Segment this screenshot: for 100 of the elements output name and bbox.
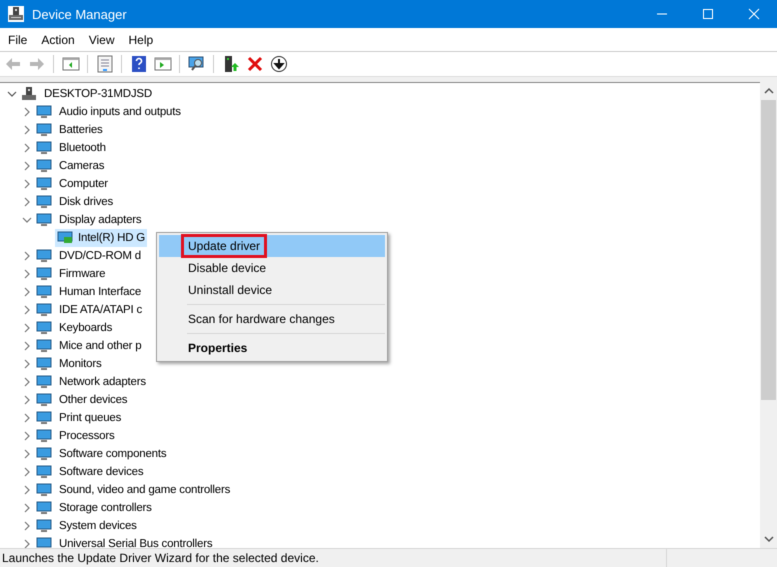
- document-icon: [96, 55, 114, 73]
- window-title: Device Manager: [32, 6, 128, 22]
- help-icon: [130, 55, 148, 73]
- expand-chevron-icon[interactable]: [22, 503, 32, 513]
- tree-item[interactable]: Disk drives: [57, 195, 116, 209]
- expand-chevron-icon[interactable]: [22, 359, 32, 369]
- tree-item[interactable]: Keyboards: [57, 321, 114, 335]
- device-icon: [36, 410, 52, 426]
- expand-chevron-icon[interactable]: [22, 197, 32, 207]
- scroll-down-icon[interactable]: [764, 534, 774, 544]
- expand-chevron-icon[interactable]: [22, 269, 32, 279]
- device-icon: [36, 446, 52, 462]
- tree-item[interactable]: Computer: [57, 177, 110, 191]
- expand-chevron-icon[interactable]: [22, 179, 32, 189]
- device-icon: [36, 536, 52, 548]
- expand-chevron-icon[interactable]: [22, 467, 32, 477]
- device-icon: [36, 518, 52, 534]
- menu-item[interactable]: File: [1, 30, 34, 48]
- window-icon: [62, 55, 80, 73]
- device-icon: [36, 392, 52, 408]
- tree-item[interactable]: Cameras: [57, 159, 106, 173]
- device-icon: [36, 320, 52, 336]
- tree-item[interactable]: Software devices: [57, 465, 146, 479]
- tree-item[interactable]: Bluetooth: [57, 141, 108, 155]
- maximize-icon: [702, 8, 714, 20]
- device-icon: [36, 500, 52, 516]
- tree-item[interactable]: Firmware: [57, 267, 108, 281]
- device-icon: [36, 338, 52, 354]
- device-icon: [36, 104, 52, 120]
- device-icon: [36, 266, 52, 282]
- expand-chevron-icon[interactable]: [22, 161, 32, 171]
- device-icon: [36, 158, 52, 174]
- device-icon: [36, 284, 52, 300]
- menu-item[interactable]: View: [82, 30, 122, 48]
- tree-item[interactable]: DESKTOP-31MDJSD: [42, 87, 154, 101]
- expand-chevron-icon[interactable]: [22, 395, 32, 405]
- tree-item[interactable]: System devices: [57, 519, 139, 533]
- right-arrow-icon: [28, 55, 46, 73]
- search-icon: [188, 55, 206, 73]
- device-icon: [36, 374, 52, 390]
- device-icon: [36, 194, 52, 210]
- expand-chevron-icon[interactable]: [22, 413, 32, 423]
- context-menu-item[interactable]: Disable device: [159, 257, 385, 279]
- tree-item[interactable]: Print queues: [57, 411, 124, 425]
- close-icon: [748, 8, 760, 20]
- tree-item[interactable]: Human Interface: [57, 285, 144, 299]
- tree-item[interactable]: Monitors: [57, 357, 104, 371]
- device-icon: [36, 248, 52, 264]
- collapse-chevron-icon[interactable]: [22, 215, 32, 225]
- tree-item[interactable]: Intel(R) HD G: [55, 229, 148, 247]
- tree-item[interactable]: Universal Serial Bus controllers: [57, 537, 214, 548]
- expand-chevron-icon[interactable]: [22, 341, 32, 351]
- expand-chevron-icon[interactable]: [22, 449, 32, 459]
- device-icon: [36, 428, 52, 444]
- expand-chevron-icon[interactable]: [22, 143, 32, 153]
- tree-item[interactable]: DVD/CD-ROM d: [57, 249, 143, 263]
- tree-item[interactable]: Mice and other p: [57, 339, 144, 353]
- cross-icon: [246, 55, 264, 73]
- expand-chevron-icon[interactable]: [22, 431, 32, 441]
- expand-chevron-icon[interactable]: [22, 485, 32, 495]
- device-icon: [36, 176, 52, 192]
- scroll-up-icon[interactable]: [764, 86, 774, 96]
- context-menu-item[interactable]: Update driver: [159, 235, 385, 257]
- tree-item[interactable]: Network adapters: [57, 375, 148, 389]
- expand-chevron-icon[interactable]: [22, 377, 32, 387]
- expand-chevron-icon[interactable]: [22, 251, 32, 261]
- collapse-chevron-icon[interactable]: [7, 89, 17, 99]
- context-menu-item[interactable]: Uninstall device: [159, 279, 385, 301]
- tree-item[interactable]: IDE ATA/ATAPI c: [57, 303, 144, 317]
- device-icon: [36, 482, 52, 498]
- expand-chevron-icon[interactable]: [22, 287, 32, 297]
- context-menu-item[interactable]: Properties: [159, 337, 385, 359]
- computer-icon: [21, 86, 37, 102]
- expand-chevron-icon[interactable]: [22, 539, 32, 548]
- menu-item[interactable]: Action: [34, 30, 82, 48]
- menu-item[interactable]: Help: [122, 30, 160, 48]
- tree-item[interactable]: Sound, video and game controllers: [57, 483, 232, 497]
- scrollbar[interactable]: [760, 82, 777, 548]
- tree-item[interactable]: Batteries: [57, 123, 105, 137]
- display-adapter-icon: [57, 230, 73, 246]
- device-icon: [36, 302, 52, 318]
- tree-item[interactable]: Display adapters: [57, 213, 144, 227]
- expand-chevron-icon[interactable]: [22, 125, 32, 135]
- expand-chevron-icon[interactable]: [22, 107, 32, 117]
- device-icon: [36, 464, 52, 480]
- expand-chevron-icon[interactable]: [22, 521, 32, 531]
- tree-item[interactable]: Software components: [57, 447, 168, 461]
- computer-icon: [8, 6, 24, 22]
- device-icon: [36, 140, 52, 156]
- status-text: Launches the Update Driver Wizard for the selected device.: [1, 551, 320, 565]
- tree-item[interactable]: Processors: [57, 429, 117, 443]
- device-icon: [36, 356, 52, 372]
- tree-item[interactable]: Other devices: [57, 393, 130, 407]
- tree-item[interactable]: Audio inputs and outputs: [57, 105, 183, 119]
- device-icon: [36, 212, 52, 228]
- expand-chevron-icon[interactable]: [22, 323, 32, 333]
- expand-chevron-icon[interactable]: [22, 305, 32, 315]
- window-icon: [154, 55, 172, 73]
- context-menu-item[interactable]: Scan for hardware changes: [159, 308, 385, 330]
- tree-item[interactable]: Storage controllers: [57, 501, 154, 515]
